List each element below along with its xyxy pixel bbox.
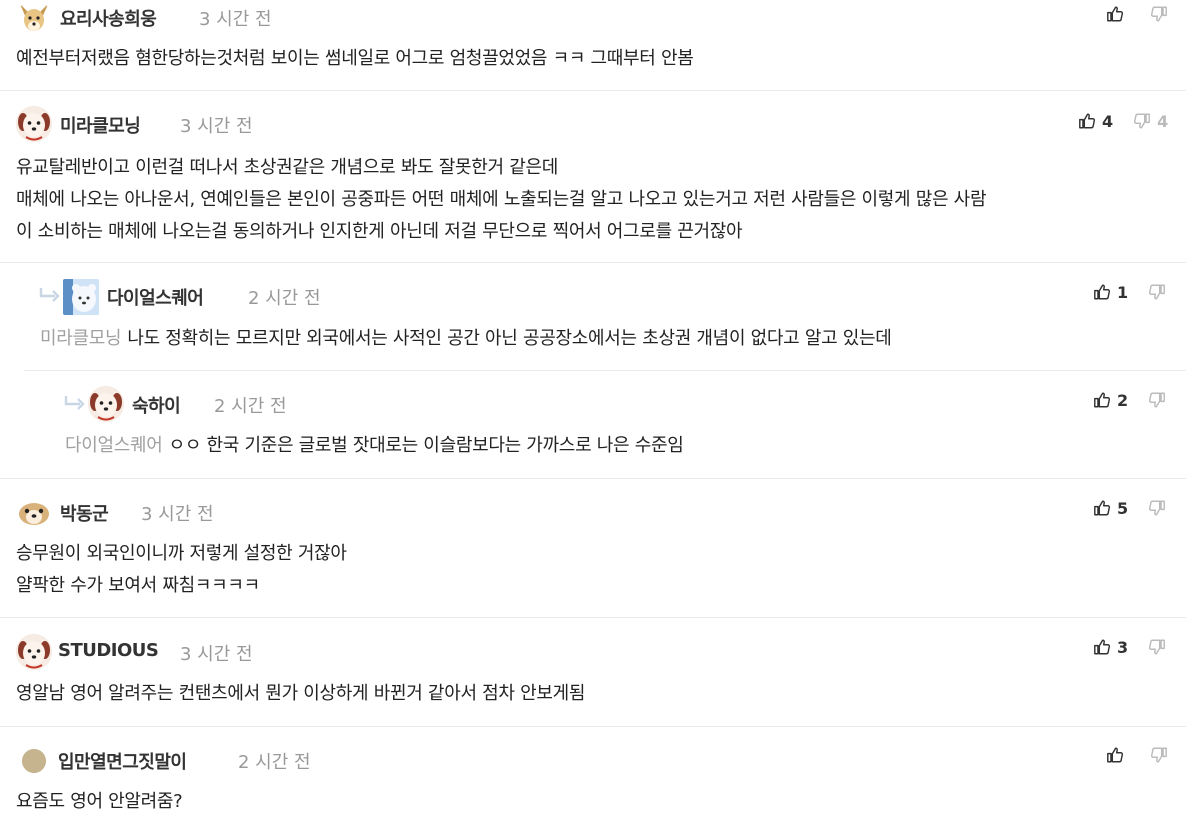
like-button[interactable] <box>1106 746 1130 764</box>
comment-time: 3 시간 전 <box>141 504 214 525</box>
like-count: 5 <box>1117 498 1129 518</box>
thumbs-down-icon <box>1149 639 1166 655</box>
like-count: 4 <box>1102 111 1114 131</box>
comment-body: 예전부터저랬음 혐한당하는것처럼 보이는 썸네일로 어그로 엄청끌었었음 ㅋㅋ … <box>16 43 694 75</box>
divider <box>0 90 1186 91</box>
comment-author[interactable]: 박동군 <box>60 500 109 526</box>
divider <box>0 726 1186 727</box>
thumbs-down-icon <box>1149 500 1166 516</box>
mention-link[interactable]: 다이얼스퀘어 <box>65 435 163 456</box>
comment-line: 예전부터저랬음 혐한당하는것처럼 보이는 썸네일로 어그로 엄청끌었었음 ㅋㅋ … <box>16 48 694 69</box>
like-button[interactable]: 3 <box>1093 638 1128 657</box>
like-count: 3 <box>1117 637 1129 657</box>
dislike-button[interactable] <box>1148 638 1172 656</box>
thumbs-up-icon <box>1094 639 1111 655</box>
avatar[interactable] <box>16 0 52 36</box>
vote-group: 3 <box>1093 636 1172 658</box>
dislike-button[interactable] <box>1150 5 1174 23</box>
comment-body: 유교탈레반이고 이런걸 떠나서 초상권같은 개념으로 봐도 잘못한거 같은데 매… <box>16 152 987 248</box>
comment-author[interactable]: 요리사송희웅 <box>60 5 157 31</box>
comment-time: 2 시간 전 <box>248 288 321 309</box>
comment-author[interactable]: 다이얼스퀘어 <box>107 284 204 310</box>
vote-group: 2 <box>1093 389 1172 411</box>
avatar[interactable] <box>16 634 52 670</box>
thumbs-up-icon <box>1094 392 1111 408</box>
divider <box>0 478 1186 479</box>
avatar[interactable] <box>16 494 52 530</box>
comment-line: ㅇㅇ 한국 기준은 글로벌 잣대로는 이슬람보다는 가까스로 나은 수준임 <box>168 435 684 456</box>
puppy-avatar-icon <box>16 106 52 142</box>
thumbs-down-icon <box>1150 6 1167 22</box>
puppy-avatar-icon <box>16 634 52 670</box>
thumbs-down-icon <box>1150 747 1167 763</box>
thumbs-down-icon <box>1134 113 1151 129</box>
comment-line: 얄팍한 수가 보여서 짜침ㅋㅋㅋㅋ <box>16 575 260 596</box>
comment-line: 유교탈레반이고 이런걸 떠나서 초상권같은 개념으로 봐도 잘못한거 같은데 <box>16 157 559 178</box>
avatar[interactable] <box>88 386 124 422</box>
bear-avatar-icon <box>63 279 99 315</box>
divider <box>0 617 1186 618</box>
avatar[interactable] <box>63 279 99 315</box>
comment-line: 요즘도 영어 안알려줌? <box>16 791 183 812</box>
thumbs-down-icon <box>1149 284 1166 300</box>
thumbs-up-icon <box>1079 113 1096 129</box>
comment-line: 매체에 나오는 아나운서, 연예인들은 본인이 공중파든 어떤 매체에 노출되는… <box>16 189 987 210</box>
like-button[interactable] <box>1106 5 1130 23</box>
comment-author[interactable]: 숙하이 <box>132 392 181 418</box>
vote-group: 4 4 <box>1078 110 1168 132</box>
dog-avatar-icon <box>16 494 52 530</box>
comment-line: 이 소비하는 매체에 나오는걸 동의하거나 인지한게 아닌데 저걸 무단으로 찍… <box>16 221 743 242</box>
dislike-button[interactable] <box>1148 283 1172 301</box>
dislike-button[interactable] <box>1150 746 1174 764</box>
comment-author[interactable]: 미라클모닝 <box>60 112 141 138</box>
comment-line: 영알남 영어 알려주는 컨탠츠에서 뭔가 이상하게 바뀐거 같아서 점차 안보게… <box>16 683 586 704</box>
dislike-count: 4 <box>1157 111 1169 131</box>
dog-avatar-icon <box>16 0 52 36</box>
vote-group <box>1106 744 1174 766</box>
reply-arrow-icon <box>63 394 87 414</box>
like-count: 1 <box>1117 282 1129 302</box>
like-button[interactable]: 1 <box>1093 283 1128 302</box>
comment-body: 다이얼스퀘어 ㅇㅇ 한국 기준은 글로벌 잣대로는 이슬람보다는 가까스로 나은 … <box>65 430 684 462</box>
thumbs-up-icon <box>1094 500 1111 516</box>
thumbs-up-icon <box>1107 6 1124 22</box>
like-button[interactable]: 2 <box>1093 391 1128 410</box>
avatar[interactable] <box>22 749 46 773</box>
comment-time: 3 시간 전 <box>199 9 272 30</box>
comment-body: 요즘도 영어 안알려줌? <box>16 786 183 818</box>
mention-link[interactable]: 미라클모닝 <box>40 328 122 349</box>
dislike-button[interactable] <box>1148 499 1172 517</box>
dislike-button[interactable] <box>1148 391 1172 409</box>
comment-body: 미라클모닝 나도 정확히는 모르지만 외국에서는 사적인 공간 아닌 공공장소에서… <box>40 323 892 355</box>
vote-group <box>1106 3 1174 25</box>
comment-body: 영알남 영어 알려주는 컨탠츠에서 뭔가 이상하게 바뀐거 같아서 점차 안보게… <box>16 678 585 710</box>
comment-line: 나도 정확히는 모르지만 외국에서는 사적인 공간 아닌 공공장소에서는 초상권… <box>127 328 892 349</box>
like-count: 2 <box>1117 390 1129 410</box>
comment-author[interactable]: STUDIOUS <box>58 640 159 661</box>
like-button[interactable]: 4 <box>1078 112 1113 131</box>
vote-group: 1 <box>1093 281 1172 303</box>
comment-author[interactable]: 입만열면그짓말이 <box>58 748 187 774</box>
dislike-button[interactable]: 4 <box>1133 112 1168 131</box>
reply-arrow-icon <box>38 286 62 306</box>
thumbs-down-icon <box>1149 392 1166 408</box>
like-button[interactable]: 5 <box>1093 499 1128 518</box>
vote-group: 5 <box>1093 497 1172 519</box>
comment-time: 2 시간 전 <box>214 396 287 417</box>
thumbs-up-icon <box>1094 284 1111 300</box>
avatar[interactable] <box>16 106 52 142</box>
puppy-avatar-icon <box>88 386 124 422</box>
thumbs-up-icon <box>1107 747 1124 763</box>
divider <box>24 370 1186 371</box>
comment-line: 승무원이 외국인이니까 저렇게 설정한 거잖아 <box>16 543 347 564</box>
comment-time: 3 시간 전 <box>180 116 253 137</box>
default-avatar-icon <box>22 749 46 773</box>
comment-time: 3 시간 전 <box>180 644 253 665</box>
comment-time: 2 시간 전 <box>238 752 311 773</box>
divider <box>0 262 1186 263</box>
comment-body: 승무원이 외국인이니까 저렇게 설정한 거잖아 얄팍한 수가 보여서 짜침ㅋㅋㅋ… <box>16 538 347 602</box>
